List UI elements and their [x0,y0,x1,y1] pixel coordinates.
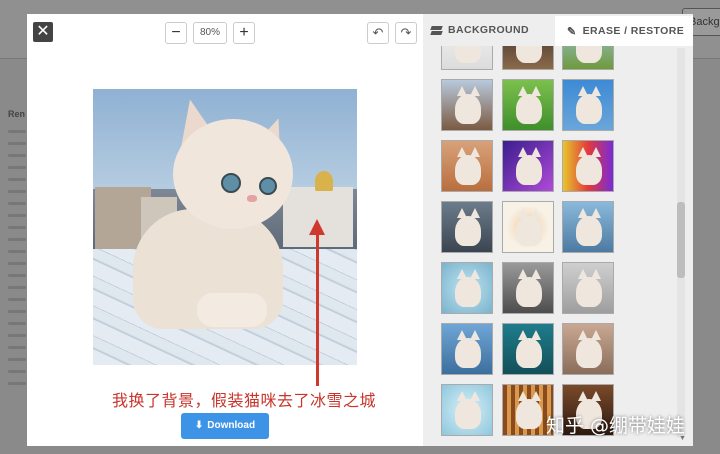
background-thumbnail[interactable] [441,79,493,131]
background-thumbnail[interactable] [502,46,554,70]
zoom-out-button[interactable]: − [165,22,187,44]
zoom-in-button[interactable]: + [233,22,255,44]
background-thumbnail[interactable] [441,384,493,436]
kitten-preview [576,208,602,246]
redo-icon[interactable]: ↷ [395,22,417,44]
background-thumbnail[interactable] [502,140,554,192]
kitten-preview [455,147,481,185]
tab-background[interactable]: BACKGROUND [431,24,529,36]
kitten-preview [576,330,602,368]
background-thumbnail[interactable] [562,201,614,253]
tab-erase-restore-label: ERASE / RESTORE [582,25,685,37]
background-thumbnail[interactable] [562,262,614,314]
kitten-preview [455,269,481,307]
kitten-preview [576,269,602,307]
background-list [8,130,26,394]
background-thumbnail[interactable] [562,79,614,131]
background-thumbnail[interactable] [441,201,493,253]
kitten-preview [576,46,602,63]
watermark: 知乎 @绷带娃娃 [546,415,686,437]
kitten-preview [516,330,542,368]
tab-background-label: BACKGROUND [448,24,529,36]
background-thumbnail[interactable] [441,46,493,70]
download-icon: ⬇ [194,420,204,431]
zoom-controls: − 80% + [165,22,255,44]
zoom-level: 80% [193,22,227,44]
kitten-preview [516,208,542,246]
layers-icon [431,25,442,36]
background-thumbnail[interactable] [562,140,614,192]
kitten-preview [516,46,542,63]
background-thumbnail[interactable] [502,262,554,314]
side-panel: BACKGROUND ✎ ERASE / RESTORE ▼ [423,14,693,446]
background-thumbnail[interactable] [502,323,554,375]
scrollbar-thumb[interactable] [677,202,685,278]
background-thumbnail[interactable] [562,323,614,375]
annotation-text: 我换了背景，假装猫咪去了冰雪之城 [112,391,377,410]
background-side-label: Ren [8,109,26,119]
background-thumbnail[interactable] [502,201,554,253]
download-button[interactable]: ⬇ Download [181,413,269,439]
kitten-preview [576,86,602,124]
history-controls: ↶ ↷ [367,22,417,44]
kitten-preview [516,86,542,124]
kitten-preview [455,46,481,63]
background-thumbnail[interactable] [441,140,493,192]
download-label: Download [207,420,256,431]
kitten-preview [455,330,481,368]
kitten-preview [516,391,542,429]
background-thumbnail[interactable] [562,46,614,70]
kitten-preview [455,208,481,246]
kitten-preview [455,86,481,124]
close-icon[interactable]: ✕ [33,22,53,42]
background-thumbnail[interactable] [441,323,493,375]
tab-erase-restore[interactable]: ✎ ERASE / RESTORE [555,16,693,46]
kitten-preview [516,269,542,307]
background-thumbnail[interactable] [441,262,493,314]
kitten-preview [516,147,542,185]
undo-icon[interactable]: ↶ [367,22,389,44]
background-thumbnail[interactable] [502,79,554,131]
kitten-preview [576,147,602,185]
annotation-arrow [316,233,319,386]
kitten-preview [455,391,481,429]
background-thumbnail-grid [441,46,619,446]
editor-modal: ✕ − 80% + ↶ ↷ 我换了背景，假装猫咪去了冰雪之城 ⬇ Download… [27,14,693,446]
eraser-icon: ✎ [567,25,577,38]
